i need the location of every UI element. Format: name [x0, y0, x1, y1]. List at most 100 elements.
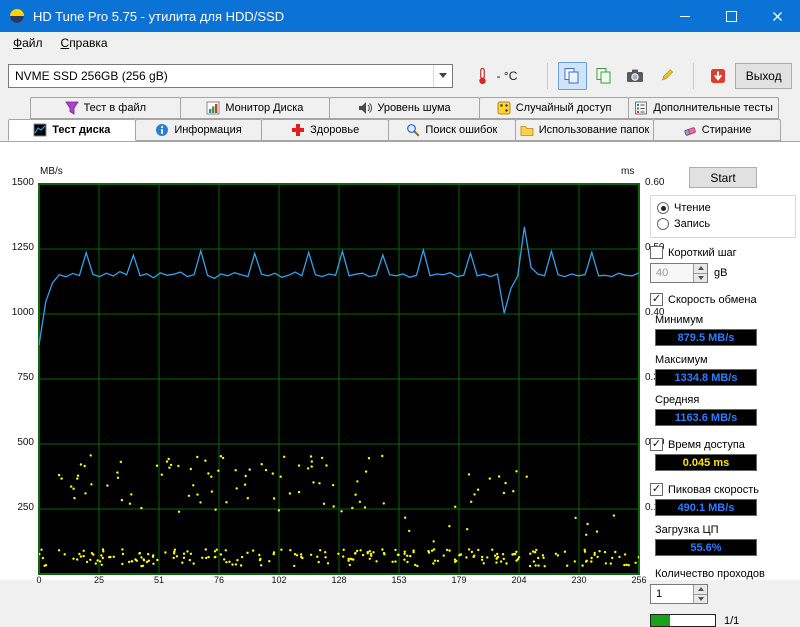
speaker-icon — [358, 101, 372, 115]
menu-help[interactable]: Справка — [52, 34, 117, 52]
drive-select[interactable]: NVME SSD 256GB (256 gB) — [8, 64, 453, 88]
highlight-button[interactable] — [652, 62, 680, 90]
pen-icon — [657, 67, 675, 85]
tab-label: Дополнительные тесты — [653, 102, 773, 114]
cpu-usage-label: Загрузка ЦП — [650, 524, 796, 536]
transfer-rate-label: Скорость обмена — [668, 294, 757, 306]
maximize-icon — [726, 11, 737, 22]
tab-health[interactable]: Здоровье — [261, 119, 389, 141]
tab-label: Информация — [174, 124, 241, 136]
tab-noise-level[interactable]: Уровень шума — [329, 97, 480, 119]
exit-button[interactable]: Выход — [735, 63, 792, 89]
pass-count-stepper[interactable]: 1 — [650, 584, 708, 604]
tab-error-scan[interactable]: Поиск ошибок — [388, 119, 516, 141]
tab-row-upper: Тест в файл Монитор Диска Уровень шума С… — [30, 97, 778, 119]
tab-label: Использование папок — [539, 124, 650, 136]
test-controls-panel: Start Чтение Запись Короткий шаг 40 — [650, 167, 796, 627]
stride-size-value: 40 — [651, 264, 693, 282]
write-radio[interactable] — [657, 218, 669, 230]
maximize-button[interactable] — [708, 0, 754, 32]
tab-folder-usage[interactable]: Использование папок — [515, 119, 655, 141]
x-tick: 76 — [208, 575, 230, 585]
funnel-icon — [65, 101, 79, 115]
titlebar[interactable]: HD Tune Pro 5.75 - утилита для HDD/SSD — [0, 0, 800, 32]
tab-info[interactable]: Информация — [135, 119, 263, 141]
start-button[interactable]: Start — [689, 167, 757, 188]
update-download-button[interactable] — [704, 62, 732, 90]
tab-extra-tests[interactable]: Дополнительные тесты — [628, 97, 779, 119]
min-label: Минимум — [650, 314, 796, 326]
stride-size-stepper[interactable]: 40 — [650, 263, 708, 283]
access-time-row[interactable]: Время доступа — [650, 438, 796, 451]
mini-graph-icon — [33, 123, 47, 137]
progress-row: 1/1 — [650, 614, 796, 627]
thermometer-icon — [473, 67, 491, 85]
y-tick: 1500 — [6, 177, 34, 188]
short-stride-row[interactable]: Короткий шаг — [650, 246, 796, 259]
app-icon — [9, 8, 25, 24]
tab-label: Поиск ошибок — [425, 124, 497, 136]
tab-random-access[interactable]: Случайный доступ — [479, 97, 630, 119]
drive-select-value: NVME SSD 256GB (256 gB) — [9, 69, 433, 83]
max-label: Максимум — [650, 354, 796, 366]
x-tick: 204 — [508, 575, 530, 585]
x-tick: 51 — [148, 575, 170, 585]
burst-rate-checkbox[interactable] — [650, 483, 663, 496]
progress-bar — [650, 614, 716, 627]
read-radio-label: Чтение — [674, 202, 711, 214]
tab-disk-test[interactable]: Тест диска — [8, 119, 136, 141]
stride-unit-label: gB — [714, 267, 727, 279]
menu-file[interactable]: Файл — [4, 34, 52, 52]
x-tick: 179 — [448, 575, 470, 585]
short-stride-checkbox[interactable] — [650, 246, 663, 259]
tab-label: Уровень шума — [377, 102, 450, 114]
window-title: HD Tune Pro 5.75 - утилита для HDD/SSD — [33, 9, 662, 24]
tab-label: Стирание — [702, 124, 752, 136]
window-controls — [662, 0, 800, 32]
spinner-up-icon — [698, 587, 704, 591]
read-mode-option[interactable]: Чтение — [657, 200, 789, 216]
short-stride-label: Короткий шаг — [668, 247, 737, 259]
avg-label: Средняя — [650, 394, 796, 406]
burst-rate-value: 490.1 MB/s — [655, 499, 757, 516]
tab-test-to-file[interactable]: Тест в файл — [30, 97, 181, 119]
temperature-value: - °C — [497, 69, 538, 83]
menubar: Файл Справка — [0, 32, 800, 54]
x-tick: 153 — [388, 575, 410, 585]
tab-row-lower: Тест диска Информация Здоровье Поиск оши… — [8, 119, 780, 141]
minimize-button[interactable] — [662, 0, 708, 32]
transfer-rate-row[interactable]: Скорость обмена — [650, 293, 796, 306]
chart-area — [38, 183, 640, 575]
copy-image-icon — [595, 67, 613, 85]
toolbar-separator — [547, 63, 548, 89]
copy-image-button[interactable] — [590, 62, 618, 90]
write-mode-option[interactable]: Запись — [657, 216, 789, 232]
burst-rate-row[interactable]: Пиковая скорость — [650, 483, 796, 496]
spinner-down-icon — [698, 276, 704, 280]
screenshot-button[interactable] — [621, 62, 649, 90]
transfer-rate-checkbox[interactable] — [650, 293, 663, 306]
access-time-checkbox[interactable] — [650, 438, 663, 451]
copy-to-clipboard-button[interactable] — [558, 62, 586, 90]
write-radio-label: Запись — [674, 218, 710, 230]
close-button[interactable] — [754, 0, 800, 32]
passes-down-button[interactable] — [693, 594, 707, 604]
tab-label: Тест в файл — [84, 102, 146, 114]
pass-count-row: 1 — [650, 584, 796, 604]
pass-count-value: 1 — [651, 585, 693, 603]
tab-label: Тест диска — [52, 124, 110, 136]
y-right-axis-title: ms — [621, 166, 634, 177]
stride-up-button[interactable] — [693, 264, 707, 273]
tab-disk-monitor[interactable]: Монитор Диска — [180, 97, 331, 119]
tab-erase[interactable]: Стирание — [653, 119, 781, 141]
minimize-icon — [680, 16, 690, 17]
burst-rate-label: Пиковая скорость — [668, 484, 759, 496]
tab-label: Здоровье — [310, 124, 359, 136]
red-cross-icon — [291, 123, 305, 137]
progress-text: 1/1 — [724, 615, 739, 627]
passes-up-button[interactable] — [693, 585, 707, 594]
stride-size-row: 40 gB — [650, 263, 796, 283]
stride-down-button[interactable] — [693, 273, 707, 283]
progress-fill — [651, 615, 670, 626]
read-radio[interactable] — [657, 202, 669, 214]
